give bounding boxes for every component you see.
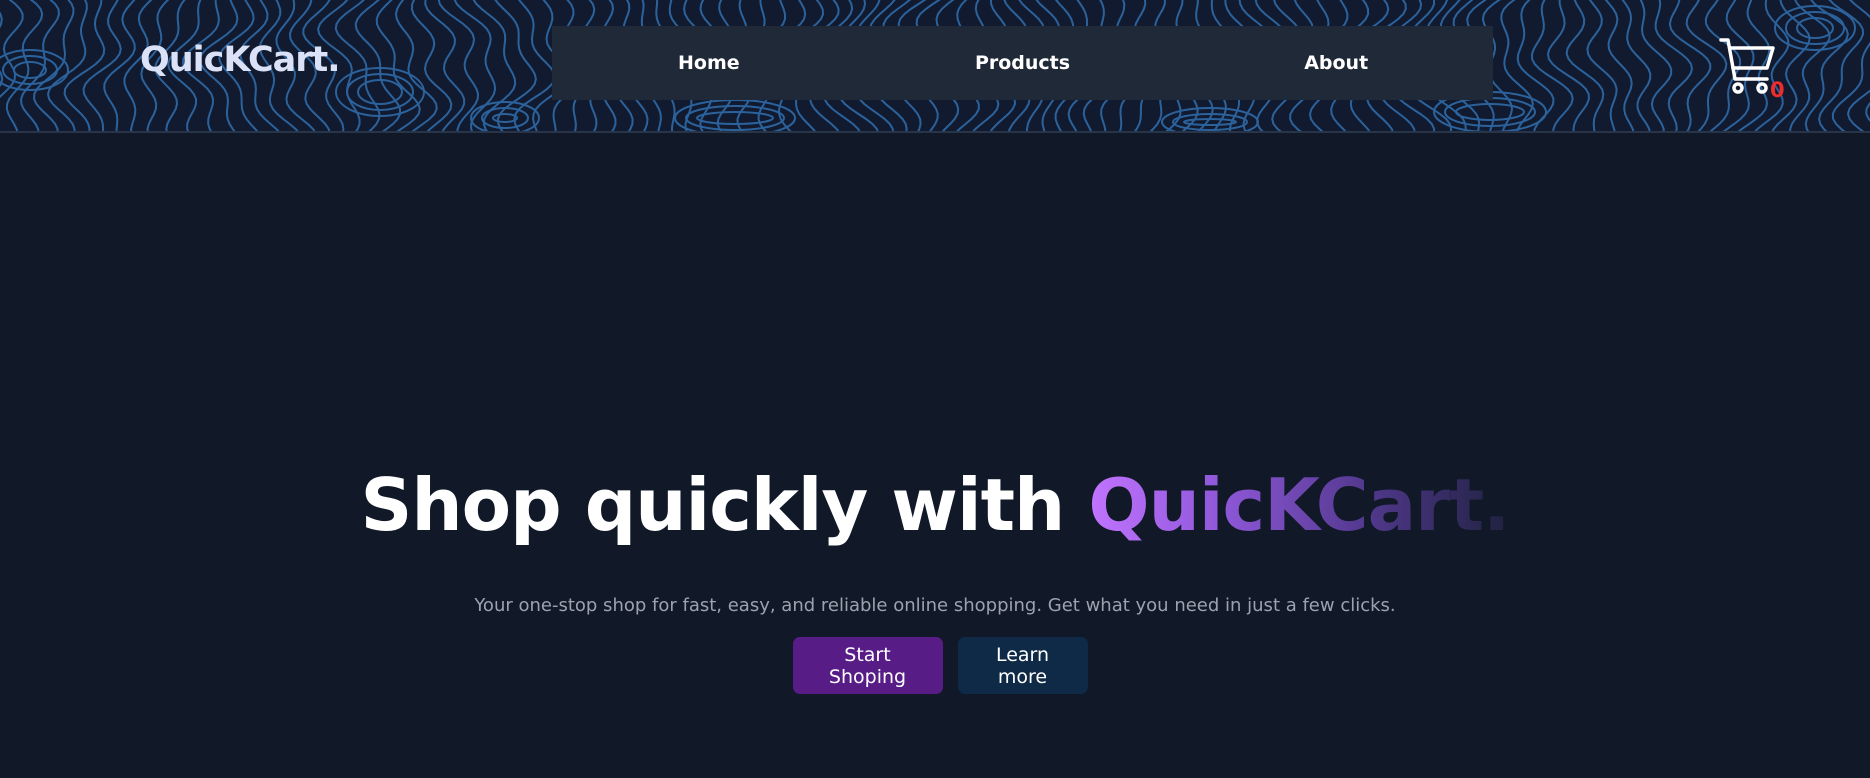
nav-products[interactable]: Products: [866, 52, 1180, 74]
hero-section: Shop quickly with QuicKCart. Your one-st…: [0, 133, 1870, 778]
hero-subtitle: Your one-stop shop for fast, easy, and r…: [474, 595, 1396, 616]
cart-button[interactable]: 0: [1718, 36, 1785, 106]
hero-actions: Start Shoping Learn more: [0, 637, 1870, 694]
cart-count-badge: 0: [1770, 78, 1785, 102]
start-shopping-button[interactable]: Start Shoping: [792, 637, 943, 694]
shopping-cart-icon: [1719, 38, 1775, 94]
brand-logo[interactable]: QuicKCart.: [140, 40, 341, 80]
main-navigation: Home Products About: [552, 26, 1493, 100]
nav-home[interactable]: Home: [552, 52, 866, 74]
nav-about[interactable]: About: [1179, 52, 1493, 74]
site-header: QuicKCart. Home Products About 0: [0, 0, 1870, 133]
page: QuicKCart. Home Products About 0 Shop qu…: [0, 0, 1870, 778]
hero-title: Shop quickly with QuicKCart.: [0, 463, 1870, 547]
hero-title-text: Shop quickly with: [360, 463, 1089, 547]
learn-more-button[interactable]: Learn more: [957, 637, 1088, 694]
hero-title-brand: QuicKCart.: [1088, 463, 1510, 547]
